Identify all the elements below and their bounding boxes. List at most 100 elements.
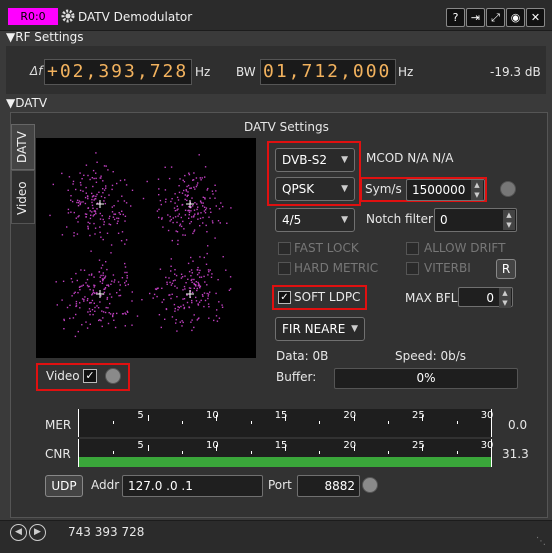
resize-grip-icon[interactable]: ⋱ [536, 536, 548, 548]
constellation-point [124, 179, 126, 181]
reset-button[interactable]: R [496, 259, 516, 279]
tab-video[interactable]: Video [11, 170, 35, 224]
help-icon[interactable]: ? [446, 8, 465, 27]
spin-down-icon[interactable]: ▼ [503, 220, 515, 230]
move-to-workspace-icon[interactable]: ⇥ [466, 8, 485, 27]
scale-tick-mark [353, 445, 355, 451]
constellation-point [176, 330, 178, 332]
constellation-point [96, 161, 98, 163]
fast-lock-checkbox[interactable] [278, 242, 291, 255]
constellation-point [91, 177, 93, 179]
spin-down-icon[interactable]: ▼ [499, 298, 511, 308]
udp-status-led [362, 477, 378, 493]
constellation-point [89, 222, 91, 225]
next-icon[interactable]: ▶ [29, 524, 46, 541]
constellation-point [192, 216, 195, 218]
spin-down-icon[interactable]: ▼ [471, 190, 483, 200]
symbol-rate-input[interactable]: 1500000 ▲ ▼ [406, 179, 485, 201]
standard-select[interactable]: DVB-S2 ▼ [275, 148, 355, 172]
constellation-point [102, 192, 104, 194]
constellation-point [193, 314, 195, 316]
hide-icon[interactable]: ◉ [506, 8, 525, 27]
constellation-point [190, 210, 192, 212]
constellation-point [89, 288, 91, 291]
constellation-point [214, 237, 216, 239]
modulation-select[interactable]: QPSK ▼ [275, 177, 355, 201]
constellation-point [87, 221, 89, 224]
constellation-point [166, 281, 168, 283]
rf-settings-header[interactable]: ▼RF Settings [6, 28, 84, 46]
max-bfl-label: MAX BFL [405, 291, 458, 305]
constellation-point [76, 199, 79, 201]
previous-icon[interactable]: ◀ [10, 524, 27, 541]
udp-port-input[interactable]: 8882 [297, 475, 360, 497]
constellation-point [76, 201, 78, 204]
constellation-point [85, 216, 87, 218]
device-badge[interactable]: R0:0 [8, 8, 58, 25]
constellation-point [188, 205, 190, 208]
constellation-point [196, 203, 198, 205]
constellation-point [103, 291, 106, 294]
constellation-point [125, 280, 127, 282]
notch-filter-input[interactable]: 0 ▲ ▼ [434, 208, 517, 232]
constellation-point [162, 226, 164, 228]
constellation-point [175, 319, 177, 321]
settings-gear-icon[interactable] [60, 8, 76, 24]
udp-button[interactable]: UDP [45, 475, 83, 497]
constellation-point [191, 319, 193, 321]
spin-up-icon[interactable]: ▲ [503, 210, 515, 220]
constellation-point [72, 183, 74, 185]
constellation-point [104, 275, 107, 277]
constellation-point [107, 322, 110, 325]
constellation-point [101, 264, 104, 266]
allow-drift-checkbox[interactable] [406, 242, 419, 255]
constellation-point [202, 196, 204, 198]
constellation-point [91, 273, 93, 275]
soft-ldpc-checkbox[interactable]: ✓ [278, 291, 291, 304]
spin-up-icon[interactable]: ▲ [471, 180, 483, 190]
constellation-point [188, 173, 191, 176]
close-icon[interactable]: ✕ [526, 8, 545, 27]
constellation-point [94, 306, 96, 309]
constellation-point [84, 196, 87, 199]
bandwidth-dial[interactable]: 01,712,000 [260, 59, 396, 85]
filter-select[interactable]: FIR NEARE ▼ [275, 317, 365, 341]
constellation-point [190, 206, 192, 208]
udp-address-input[interactable]: 127.0 .0 .1 [122, 475, 263, 497]
constellation-point [91, 299, 94, 302]
spin-up-icon[interactable]: ▲ [499, 288, 511, 298]
constellation-point [222, 205, 224, 208]
constellation-point [197, 281, 199, 284]
constellation-point [95, 177, 97, 180]
constellation-point [101, 282, 104, 284]
constellation-point [171, 316, 174, 318]
constellation-point [82, 284, 84, 286]
hard-metric-checkbox[interactable] [278, 262, 291, 275]
constellation-point [179, 178, 181, 180]
constellation-point [208, 271, 210, 273]
constellation-point [92, 185, 94, 188]
viterbi-checkbox[interactable] [406, 262, 419, 275]
constellation-point [216, 309, 218, 311]
delta-frequency-dial[interactable]: +02,393,728 [44, 59, 192, 85]
constellation-point [85, 192, 87, 194]
constellation-point [206, 231, 208, 233]
fec-select[interactable]: 4/5 ▼ [275, 208, 355, 232]
constellation-point [116, 222, 118, 225]
maximize-icon[interactable]: ⤢ [486, 8, 505, 27]
video-checkbox[interactable]: ✓ [83, 369, 97, 383]
constellation-point [184, 234, 186, 236]
constellation-point [89, 302, 91, 304]
constellation-point [161, 217, 163, 219]
constellation-point [89, 210, 91, 212]
constellation-point [85, 164, 88, 166]
constellation-point [124, 243, 126, 245]
datv-header[interactable]: ▼DATV [6, 94, 47, 112]
chevron-down-icon: ▼ [341, 155, 348, 165]
constellation-point [56, 304, 58, 306]
tab-datv[interactable]: DATV [11, 124, 35, 170]
max-bfl-input[interactable]: 0 ▲ ▼ [458, 287, 513, 308]
constellation-point [108, 217, 110, 220]
constellation-point [197, 206, 199, 208]
scale-minor-tick [456, 451, 458, 454]
